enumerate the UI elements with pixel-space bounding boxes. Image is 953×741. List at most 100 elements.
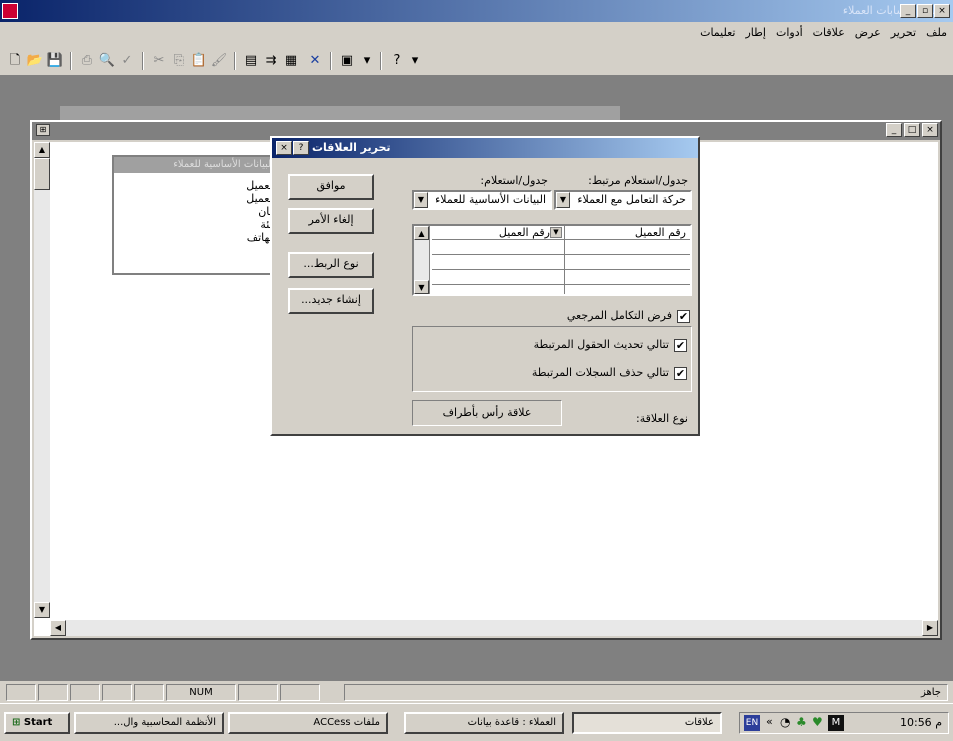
toolbar-separator — [380, 52, 382, 70]
status-cell — [38, 684, 68, 701]
menu-bar: ملف تحرير عرض علاقات أدوات إطار تعليمات — [0, 22, 953, 44]
dialog-help-button[interactable]: ? — [293, 141, 309, 155]
grid-cell-right-field[interactable]: رقم العميل — [499, 226, 550, 239]
checkbox-cascade-delete[interactable]: ✔ — [674, 367, 687, 380]
tray-m-icon[interactable]: M — [828, 715, 844, 731]
status-cell — [6, 684, 36, 701]
status-ready: جاهز — [344, 684, 948, 701]
menu-item[interactable]: علاقات — [813, 26, 845, 39]
close-button[interactable]: × — [934, 4, 950, 18]
fields-grid[interactable]: ▲ ▼ رقم العميل رقم العميل ▼ — [412, 224, 692, 296]
start-label: Start — [23, 717, 53, 728]
maximize-button[interactable]: ▫ — [917, 4, 933, 18]
grid-scrollbar[interactable]: ▲ ▼ — [414, 226, 430, 294]
status-cell — [238, 684, 278, 701]
new-icon[interactable]: 🗋 — [6, 52, 24, 70]
chevron-down-icon[interactable]: ▼ — [414, 192, 428, 208]
menu-item[interactable]: إطار — [746, 26, 766, 39]
save-icon[interactable]: 💾 — [46, 52, 64, 70]
relwin-minimize-button[interactable]: _ — [886, 123, 902, 137]
cancel-button[interactable]: إلغاء الأمر — [288, 208, 374, 234]
show-table-icon[interactable]: ▤ — [242, 52, 260, 70]
new-object-icon[interactable]: ▣ — [338, 52, 356, 70]
cascade-delete-label: تتالي حذف السجلات المرتبطة — [531, 366, 669, 379]
paste-icon[interactable]: 📋 — [190, 52, 208, 70]
menu-item[interactable]: تعليمات — [700, 26, 735, 39]
app-title-bar: برنامج حسابات العملاء _ ▫ × — [0, 0, 953, 22]
toolbar-more-icon[interactable]: ▾ — [406, 52, 424, 70]
menu-item[interactable]: أدوات — [776, 26, 803, 39]
dialog-close-button[interactable]: × — [276, 141, 292, 155]
background-window-caption — [60, 106, 620, 120]
taskbar: ⊞ Start الأنظمة المحاسبية وال... ملفات A… — [0, 703, 953, 741]
tray-app-icon[interactable]: ♣ — [796, 715, 807, 729]
related-table-value: البيانات الأساسية للعملاء — [435, 193, 546, 206]
table-field-list[interactable]: البيانات الأساسية للعملاء العميل العميل … — [112, 155, 282, 275]
table-query-combo[interactable]: حركة التعامل مع العملاء ▼ — [554, 190, 692, 210]
start-button[interactable]: ⊞ Start — [4, 712, 70, 734]
edit-relationships-dialog: × ? تحرير العلاقات جدول/استعلام مرتبط: ج… — [270, 136, 700, 436]
relationship-type-value: علاقة رأس بأطراف — [412, 400, 562, 426]
scroll-up-icon[interactable]: ▲ — [414, 226, 429, 240]
relwin-maximize-button[interactable]: □ — [904, 123, 920, 137]
grid-row[interactable]: رقم العميل رقم العميل ▼ — [432, 226, 690, 240]
grid-cell-left-field[interactable]: رقم العميل — [635, 226, 686, 239]
menu-item[interactable]: عرض — [855, 26, 881, 39]
grid-row[interactable] — [432, 256, 690, 270]
checkbox-integrity[interactable]: ✔ — [677, 310, 690, 323]
spell-icon[interactable]: ✓ — [118, 52, 136, 70]
tray-network-icon[interactable]: ◔ — [780, 715, 790, 729]
language-indicator[interactable]: EN — [744, 715, 760, 731]
grid-row[interactable] — [432, 241, 690, 255]
status-cell — [134, 684, 164, 701]
scroll-down-icon[interactable]: ▼ — [414, 280, 429, 294]
print-icon[interactable]: ⎙ — [78, 52, 96, 70]
scroll-right-icon[interactable]: ▶ — [922, 620, 938, 636]
join-type-button[interactable]: نوع الربط... — [288, 252, 374, 278]
chevron-down-icon[interactable]: ▼ — [556, 192, 570, 208]
open-icon[interactable]: 📂 — [26, 52, 44, 70]
format-painter-icon[interactable]: 🖌 — [210, 52, 228, 70]
related-table-label: جدول/استعلام: — [480, 174, 548, 187]
show-all-icon[interactable]: ▦ — [282, 52, 300, 70]
status-cell — [280, 684, 320, 701]
related-table-combo[interactable]: البيانات الأساسية للعملاء ▼ — [412, 190, 552, 210]
scroll-thumb[interactable] — [34, 158, 50, 190]
tray-security-icon[interactable]: ♥ — [812, 715, 823, 729]
taskbar-item[interactable]: ملفات ACCess — [228, 712, 388, 734]
new-object-dropdown-icon[interactable]: ▾ — [358, 52, 376, 70]
toolbar-separator — [234, 52, 236, 70]
preview-icon[interactable]: 🔍 — [98, 52, 116, 70]
minimize-button[interactable]: _ — [900, 4, 916, 18]
checkbox-cascade-update[interactable]: ✔ — [674, 339, 687, 352]
status-cell — [102, 684, 132, 701]
integrity-options-group: ✔ تتالي تحديث الحقول المرتبطة ✔ تتالي حذ… — [412, 326, 692, 392]
integrity-label: فرض التكامل المرجعي — [566, 309, 672, 322]
menu-item[interactable]: تحرير — [891, 26, 916, 39]
taskbar-item-active[interactable]: علاقات — [572, 712, 722, 734]
scroll-up-icon[interactable]: ▲ — [34, 142, 50, 158]
show-direct-icon[interactable]: ⇉ — [262, 52, 280, 70]
menu-item[interactable]: ملف — [926, 26, 947, 39]
toolbar-separator — [330, 52, 332, 70]
delete-icon[interactable]: ✕ — [306, 52, 324, 70]
vertical-scrollbar[interactable]: ▲ ▼ — [34, 142, 50, 618]
relationships-window-icon[interactable]: ⊞ — [36, 124, 50, 136]
grid-row[interactable] — [432, 271, 690, 285]
copy-icon[interactable]: ⎘ — [170, 52, 188, 70]
horizontal-scrollbar[interactable]: ◀ ▶ — [50, 620, 938, 636]
help-icon[interactable]: ? — [388, 52, 406, 70]
create-new-button[interactable]: إنشاء جديد... — [288, 288, 374, 314]
taskbar-item[interactable]: الأنظمة المحاسبية وال... — [74, 712, 224, 734]
cut-icon[interactable]: ✂ — [150, 52, 168, 70]
status-cell — [70, 684, 100, 701]
taskbar-item[interactable]: العملاء : قاعدة بيانات — [404, 712, 564, 734]
dialog-title: تحرير العلاقات — [312, 141, 391, 154]
chevron-down-icon[interactable]: ▼ — [550, 227, 562, 238]
ok-button[interactable]: موافق — [288, 174, 374, 200]
scroll-down-icon[interactable]: ▼ — [34, 602, 50, 618]
access-app-icon[interactable] — [2, 3, 18, 19]
relwin-close-button[interactable]: × — [922, 123, 938, 137]
scroll-left-icon[interactable]: ◀ — [50, 620, 66, 636]
tray-expand-icon[interactable]: « — [766, 715, 773, 728]
